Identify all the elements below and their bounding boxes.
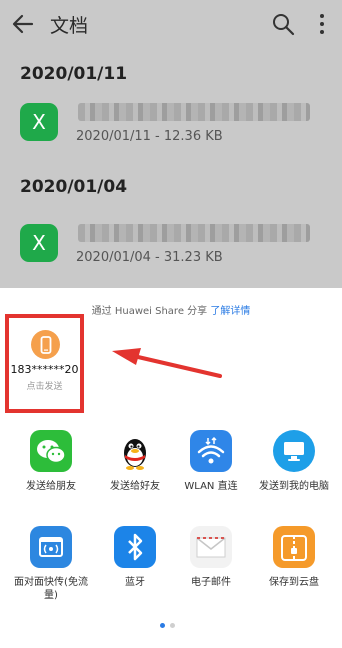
- documents-background: 文档 2020/01/11 X 2020/01/11 - 12.36 KB 20…: [0, 0, 342, 288]
- computer-icon: [273, 430, 315, 472]
- share-note-text: 通过 Huawei Share 分享: [91, 306, 208, 317]
- blurred-file-name: [78, 103, 310, 121]
- page-indicator: [160, 623, 184, 629]
- page-title: 文档: [50, 15, 89, 37]
- arrow-left-icon[interactable]: [10, 11, 36, 37]
- file-row[interactable]: X 2020/01/11 - 12.36 KB: [20, 91, 340, 153]
- red-arrow-annotation: [112, 348, 222, 378]
- search-icon[interactable]: [270, 11, 296, 37]
- qq-penguin-icon: [114, 430, 156, 472]
- learn-more-link[interactable]: 了解详情: [210, 306, 250, 317]
- page-dot: [170, 623, 175, 628]
- phone-icon: [31, 330, 60, 359]
- share-email[interactable]: 电子邮件: [171, 526, 251, 589]
- share-screen: 文档 2020/01/11 X 2020/01/11 - 12.36 KB 20…: [0, 0, 342, 648]
- share-wlan-direct[interactable]: WLAN 直连: [171, 430, 251, 493]
- blurred-file-name: [78, 224, 310, 242]
- app-label: 发送给朋友: [26, 481, 76, 492]
- app-label: 电子邮件: [191, 577, 231, 588]
- wechat-icon: [30, 430, 72, 472]
- share-face-to-face[interactable]: 面对面快传(免流量): [11, 526, 91, 602]
- group-date: 2020/01/04: [20, 177, 128, 197]
- share-sheet: 通过 Huawei Share 分享 了解详情 183******20 点击发送…: [0, 288, 342, 648]
- app-label: 蓝牙: [125, 577, 145, 588]
- group-date: 2020/01/11: [20, 64, 128, 84]
- app-header: 文档: [0, 0, 342, 48]
- email-icon: [190, 526, 232, 568]
- bluetooth-icon: [114, 526, 156, 568]
- share-qq-friend[interactable]: 发送给好友: [95, 430, 175, 493]
- more-vertical-icon[interactable]: [310, 11, 334, 37]
- file-meta: 2020/01/04 - 31.23 KB: [76, 250, 223, 265]
- app-label: 发送给好友: [110, 481, 160, 492]
- wifi-direct-icon: [190, 430, 232, 472]
- app-label: 保存到云盘: [269, 577, 319, 588]
- file-row[interactable]: X 2020/01/04 - 31.23 KB: [20, 212, 340, 274]
- share-cloud-drive[interactable]: 保存到云盘: [254, 526, 334, 589]
- cloud-drive-icon: [273, 526, 315, 568]
- app-label: WLAN 直连: [184, 481, 238, 492]
- device-name: 183******20: [10, 363, 79, 376]
- page-dot-active: [160, 623, 165, 628]
- app-label: 发送到我的电脑: [259, 481, 329, 492]
- app-label: 面对面快传(免流量): [14, 577, 88, 601]
- share-bluetooth[interactable]: 蓝牙: [95, 526, 175, 589]
- excel-file-icon: X: [20, 224, 58, 262]
- device-action-label: 点击发送: [26, 382, 63, 392]
- nearby-device-highlight[interactable]: 183******20 点击发送: [5, 314, 84, 413]
- face-to-face-transfer-icon: [30, 526, 72, 568]
- share-wechat-friend[interactable]: 发送给朋友: [11, 430, 91, 493]
- excel-file-icon: X: [20, 103, 58, 141]
- file-meta: 2020/01/11 - 12.36 KB: [76, 129, 223, 144]
- share-to-my-computer[interactable]: 发送到我的电脑: [254, 430, 334, 493]
